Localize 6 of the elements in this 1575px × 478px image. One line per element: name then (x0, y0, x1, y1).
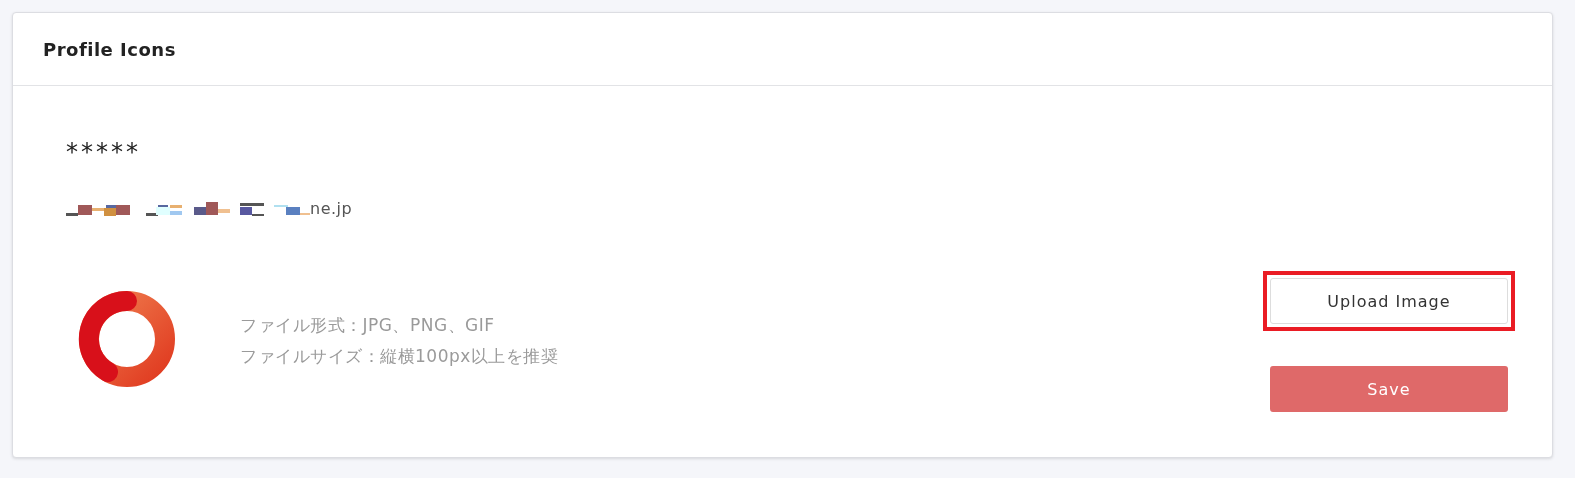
profile-name: ***** (66, 138, 142, 166)
file-requirement-text: ファイル形式：JPG、PNG、GIF (240, 314, 496, 337)
upload-button[interactable]: Upload Image (1270, 278, 1508, 324)
email-text: ne.jp (310, 199, 353, 218)
file-requirement-text: ファイルサイズ：縦横100px以上を推奨 (240, 345, 560, 368)
card-title: Profile Icons (43, 38, 176, 60)
